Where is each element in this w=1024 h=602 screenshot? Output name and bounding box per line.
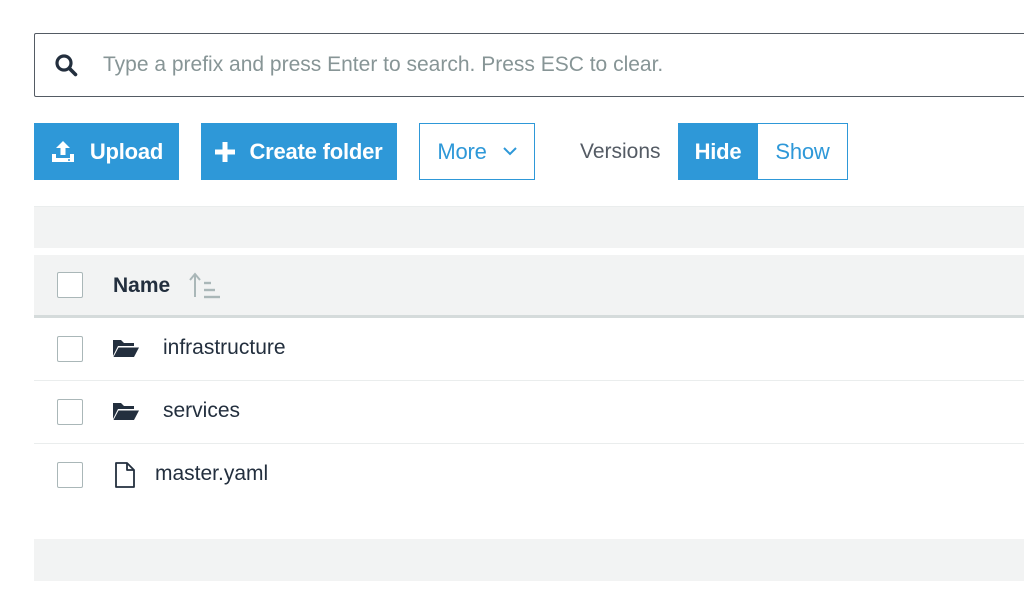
folder-icon bbox=[112, 399, 140, 428]
more-dropdown-button[interactable]: More bbox=[419, 123, 535, 180]
chevron-down-icon bbox=[502, 147, 517, 156]
column-header-name[interactable]: Name bbox=[113, 274, 170, 298]
plus-icon bbox=[215, 141, 236, 162]
table-row[interactable]: services bbox=[34, 381, 1024, 444]
search-icon bbox=[35, 53, 95, 77]
file-icon bbox=[114, 461, 136, 494]
table-row[interactable]: master.yaml bbox=[34, 444, 1024, 507]
row-checkbox[interactable] bbox=[57, 462, 83, 488]
table-header: Name bbox=[34, 255, 1024, 318]
table-row[interactable]: infrastructure bbox=[34, 318, 1024, 381]
table-toolbar-band bbox=[34, 206, 1024, 248]
table-footer-band bbox=[34, 539, 1024, 581]
sort-ascending-icon[interactable] bbox=[188, 271, 222, 306]
select-all-checkbox[interactable] bbox=[57, 272, 83, 298]
folder-icon bbox=[112, 336, 140, 365]
more-label: More bbox=[437, 138, 487, 164]
row-checkbox[interactable] bbox=[57, 336, 83, 362]
upload-button[interactable]: Upload bbox=[34, 123, 179, 180]
hide-label: Hide bbox=[694, 138, 742, 164]
versions-hide-toggle[interactable]: Hide bbox=[678, 123, 758, 180]
show-label: Show bbox=[775, 138, 830, 164]
search-bar bbox=[34, 33, 1024, 97]
row-checkbox[interactable] bbox=[57, 399, 83, 425]
versions-show-toggle[interactable]: Show bbox=[757, 123, 848, 180]
upload-icon bbox=[50, 140, 76, 164]
row-name-link[interactable]: master.yaml bbox=[155, 462, 268, 486]
versions-label: Versions bbox=[580, 139, 661, 163]
row-name-link[interactable]: infrastructure bbox=[163, 336, 286, 360]
row-name-link[interactable]: services bbox=[163, 399, 240, 423]
create-folder-label: Create folder bbox=[249, 138, 383, 164]
search-input[interactable] bbox=[95, 34, 1024, 96]
upload-label: Upload bbox=[89, 138, 164, 164]
toolbar: Upload Create folder More Versions Hide … bbox=[0, 123, 1024, 180]
create-folder-button[interactable]: Create folder bbox=[201, 123, 397, 180]
